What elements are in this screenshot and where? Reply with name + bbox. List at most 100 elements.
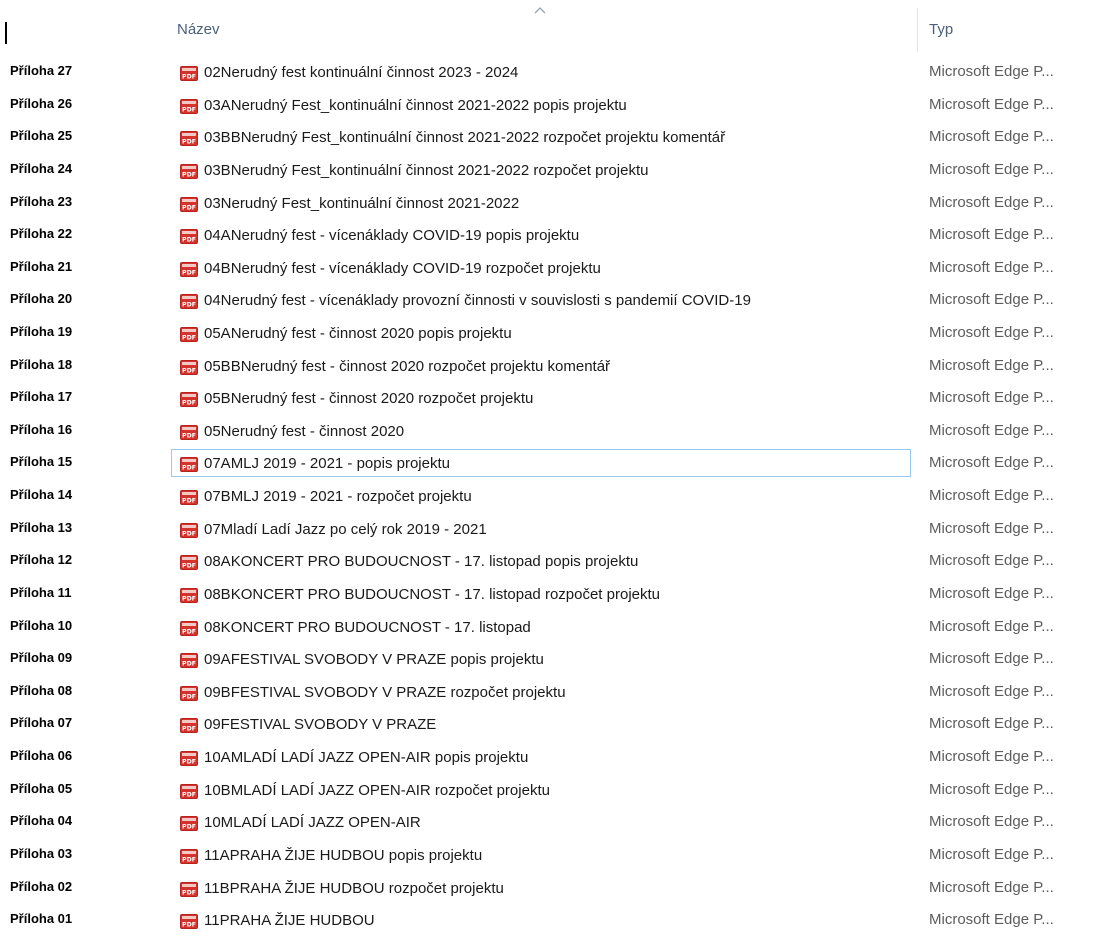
file-name-cell[interactable]: PDF 07BMLJ 2019 - 2021 - rozpočet projekt…	[171, 482, 911, 510]
attachment-label: Příloha 16	[10, 421, 73, 437]
file-name[interactable]: 09BFESTIVAL SVOBODY V PRAZE rozpočet pro…	[204, 684, 566, 701]
file-name-cell[interactable]: PDF 09BFESTIVAL SVOBODY V PRAZE rozpočet …	[171, 678, 911, 706]
file-name[interactable]: 09AFESTIVAL SVOBODY V PRAZE popis projek…	[204, 651, 544, 668]
file-row[interactable]: Příloha 22 PDF 04ANerudný fest - vícenákla…	[0, 221, 1098, 251]
file-name-cell[interactable]: PDF 10BMLADÍ LADÍ JAZZ OPEN-AIR rozpočet …	[171, 776, 911, 804]
attachment-label: Příloha 08	[10, 682, 73, 698]
file-row[interactable]: Příloha 25 PDF 03BBNerudný Fest_kontinuáln…	[0, 123, 1098, 153]
column-separator[interactable]	[917, 8, 918, 52]
file-row[interactable]: Příloha 04 PDF 10MLADÍ LADÍ JAZZ OPEN-AIR M…	[0, 808, 1098, 838]
file-name[interactable]: 04ANerudný fest - vícenáklady COVID-19 p…	[204, 227, 579, 244]
file-name[interactable]: 11APRAHA ŽIJE HUDBOU popis projektu	[204, 847, 482, 864]
file-row[interactable]: Příloha 10 PDF 08KONCERT PRO BUDOUCNOST - …	[0, 613, 1098, 643]
file-name-cell[interactable]: PDF 07Mladí Ladí Jazz po celý rok 2019 - …	[171, 515, 911, 543]
file-name-cell[interactable]: PDF 07AMLJ 2019 - 2021 - popis projektu	[171, 449, 911, 478]
file-name[interactable]: 08BKONCERT PRO BUDOUCNOST - 17. listopad…	[204, 586, 660, 603]
file-name[interactable]: 08KONCERT PRO BUDOUCNOST - 17. listopad	[204, 619, 531, 636]
file-name[interactable]: 09FESTIVAL SVOBODY V PRAZE	[204, 716, 436, 733]
file-name-cell[interactable]: PDF 05ANerudný fest - činnost 2020 popis …	[171, 319, 911, 347]
file-name-cell[interactable]: PDF 04ANerudný fest - vícenáklady COVID-1…	[171, 221, 911, 249]
file-name[interactable]: 05ANerudný fest - činnost 2020 popis pro…	[204, 325, 512, 342]
file-row[interactable]: Příloha 15 PDF 07AMLJ 2019 - 2021 - popis …	[0, 449, 1098, 479]
file-row[interactable]: Příloha 27 PDF 02Nerudný fest kontinuální …	[0, 58, 1098, 88]
file-row[interactable]: Příloha 11 PDF 08BKONCERT PRO BUDOUCNOST -…	[0, 580, 1098, 610]
file-row[interactable]: Příloha 17 PDF 05BNerudný fest - činnost 2…	[0, 384, 1098, 414]
file-name-cell[interactable]: PDF 11APRAHA ŽIJE HUDBOU popis projektu	[171, 841, 911, 869]
file-name-cell[interactable]: PDF 05BNerudný fest - činnost 2020 rozpoč…	[171, 384, 911, 412]
file-row[interactable]: Příloha 05 PDF 10BMLADÍ LADÍ JAZZ OPEN-AIR…	[0, 776, 1098, 806]
file-type: Microsoft Edge P...	[929, 748, 1054, 765]
file-name[interactable]: 02Nerudný fest kontinuální činnost 2023 …	[204, 64, 518, 81]
file-name-cell[interactable]: PDF 08KONCERT PRO BUDOUCNOST - 17. listop…	[171, 613, 911, 641]
file-name[interactable]: 03Nerudný Fest_kontinuální činnost 2021-…	[204, 195, 519, 212]
column-header-name[interactable]: Název	[177, 21, 220, 38]
svg-text:PDF: PDF	[182, 334, 196, 341]
file-row[interactable]: Příloha 21 PDF 04BNerudný fest - vícenákla…	[0, 254, 1098, 284]
svg-text:PDF: PDF	[182, 497, 196, 504]
file-name-cell[interactable]: PDF 04Nerudný fest - vícenáklady provozní…	[171, 286, 911, 314]
file-name-cell[interactable]: PDF 09AFESTIVAL SVOBODY V PRAZE popis pro…	[171, 645, 911, 673]
file-row[interactable]: Příloha 23 PDF 03Nerudný Fest_kontinuální …	[0, 189, 1098, 219]
file-name[interactable]: 07Mladí Ladí Jazz po celý rok 2019 - 202…	[204, 521, 487, 538]
file-name-cell[interactable]: PDF 03BNerudný Fest_kontinuální činnost 2…	[171, 156, 911, 184]
svg-text:PDF: PDF	[182, 530, 196, 537]
file-type: Microsoft Edge P...	[929, 715, 1054, 733]
file-name[interactable]: 03ANerudný Fest_kontinuální činnost 2021…	[204, 97, 627, 114]
file-name[interactable]: 07AMLJ 2019 - 2021 - popis projektu	[204, 455, 450, 472]
attachment-label: Příloha 23	[10, 193, 73, 209]
pdf-file-icon: PDF	[180, 229, 198, 245]
file-row[interactable]: Příloha 19 PDF 05ANerudný fest - činnost 2…	[0, 319, 1098, 349]
file-name-cell[interactable]: PDF 03BBNerudný Fest_kontinuální činnost …	[171, 123, 911, 151]
file-name[interactable]: 10AMLADÍ LADÍ JAZZ OPEN-AIR popis projek…	[204, 749, 528, 766]
file-name-cell[interactable]: PDF 02Nerudný fest kontinuální činnost 20…	[171, 58, 911, 86]
file-row[interactable]: Příloha 16 PDF 05Nerudný fest - činnost 20…	[0, 417, 1098, 447]
file-row[interactable]: Příloha 26 PDF 03ANerudný Fest_kontinuální…	[0, 91, 1098, 121]
file-name[interactable]: 03BNerudný Fest_kontinuální činnost 2021…	[204, 162, 648, 179]
file-name[interactable]: 11BPRAHA ŽIJE HUDBOU rozpočet projektu	[204, 880, 504, 897]
file-row[interactable]: Příloha 14 PDF 07BMLJ 2019 - 2021 - rozpoč…	[0, 482, 1098, 512]
file-name-cell[interactable]: PDF 05BBNerudný fest - činnost 2020 rozpo…	[171, 352, 911, 380]
file-name-cell[interactable]: PDF 11BPRAHA ŽIJE HUDBOU rozpočet projekt…	[171, 874, 911, 902]
file-name[interactable]: 05BBNerudný fest - činnost 2020 rozpočet…	[204, 358, 610, 375]
sort-ascending-icon[interactable]	[533, 4, 547, 18]
file-name[interactable]: 10BMLADÍ LADÍ JAZZ OPEN-AIR rozpočet pro…	[204, 782, 550, 799]
file-name-cell[interactable]: PDF 10AMLADÍ LADÍ JAZZ OPEN-AIR popis pro…	[171, 743, 911, 771]
column-header-type[interactable]: Typ	[929, 21, 953, 38]
file-row[interactable]: Příloha 24 PDF 03BNerudný Fest_kontinuální…	[0, 156, 1098, 186]
file-row[interactable]: Příloha 13 PDF 07Mladí Ladí Jazz po celý r…	[0, 515, 1098, 545]
file-row[interactable]: Příloha 06 PDF 10AMLADÍ LADÍ JAZZ OPEN-AIR…	[0, 743, 1098, 773]
file-name-cell[interactable]: PDF 03ANerudný Fest_kontinuální činnost 2…	[171, 91, 911, 119]
file-name[interactable]: 04Nerudný fest - vícenáklady provozní či…	[204, 292, 751, 309]
file-name-cell[interactable]: PDF 05Nerudný fest - činnost 2020	[171, 417, 911, 445]
file-name-cell[interactable]: PDF 09FESTIVAL SVOBODY V PRAZE	[171, 710, 911, 738]
file-row[interactable]: Příloha 20 PDF 04Nerudný fest - vícenáklad…	[0, 286, 1098, 316]
file-row[interactable]: Příloha 09 PDF 09AFESTIVAL SVOBODY V PRAZE…	[0, 645, 1098, 675]
file-name-cell[interactable]: PDF 08BKONCERT PRO BUDOUCNOST - 17. listo…	[171, 580, 911, 608]
file-name[interactable]: 05Nerudný fest - činnost 2020	[204, 423, 404, 440]
file-row[interactable]: Příloha 02 PDF 11BPRAHA ŽIJE HUDBOU rozpoč…	[0, 874, 1098, 904]
pdf-file-icon: PDF	[180, 98, 198, 114]
file-type: Microsoft Edge P...	[929, 226, 1054, 244]
file-row[interactable]: Příloha 18 PDF 05BBNerudný fest - činnost …	[0, 352, 1098, 382]
file-name-cell[interactable]: PDF 11PRAHA ŽIJE HUDBOU	[171, 906, 911, 934]
file-name-cell[interactable]: PDF 08AKONCERT PRO BUDOUCNOST - 17. listo…	[171, 547, 911, 575]
file-row[interactable]: Příloha 07 PDF 09FESTIVAL SVOBODY V PRAZE M…	[0, 710, 1098, 740]
file-name-cell[interactable]: PDF 10MLADÍ LADÍ JAZZ OPEN-AIR	[171, 808, 911, 836]
file-name[interactable]: 08AKONCERT PRO BUDOUCNOST - 17. listopad…	[204, 553, 638, 570]
file-name[interactable]: 11PRAHA ŽIJE HUDBOU	[204, 912, 375, 929]
file-name[interactable]: 10MLADÍ LADÍ JAZZ OPEN-AIR	[204, 814, 421, 831]
file-name-cell[interactable]: PDF 03Nerudný Fest_kontinuální činnost 20…	[171, 189, 911, 217]
file-name-cell[interactable]: PDF 04BNerudný fest - vícenáklady COVID-1…	[171, 254, 911, 282]
file-row[interactable]: Příloha 03 PDF 11APRAHA ŽIJE HUDBOU popis …	[0, 841, 1098, 871]
file-name[interactable]: 05BNerudný fest - činnost 2020 rozpočet …	[204, 390, 533, 407]
file-row[interactable]: Příloha 12 PDF 08AKONCERT PRO BUDOUCNOST -…	[0, 547, 1098, 577]
file-row[interactable]: Příloha 08 PDF 09BFESTIVAL SVOBODY V PRAZE…	[0, 678, 1098, 708]
file-name[interactable]: 07BMLJ 2019 - 2021 - rozpočet projektu	[204, 488, 472, 505]
file-type: Microsoft Edge P...	[929, 324, 1054, 341]
file-name[interactable]: 03BBNerudný Fest_kontinuální činnost 202…	[204, 129, 725, 146]
file-row[interactable]: Příloha 01 PDF 11PRAHA ŽIJE HUDBOU Microsof…	[0, 906, 1098, 936]
attachment-label: Příloha 17	[10, 389, 73, 405]
file-type: Microsoft Edge P...	[929, 911, 1054, 929]
file-name[interactable]: 04BNerudný fest - vícenáklady COVID-19 r…	[204, 260, 601, 277]
file-type: Microsoft Edge P...	[929, 780, 1054, 798]
